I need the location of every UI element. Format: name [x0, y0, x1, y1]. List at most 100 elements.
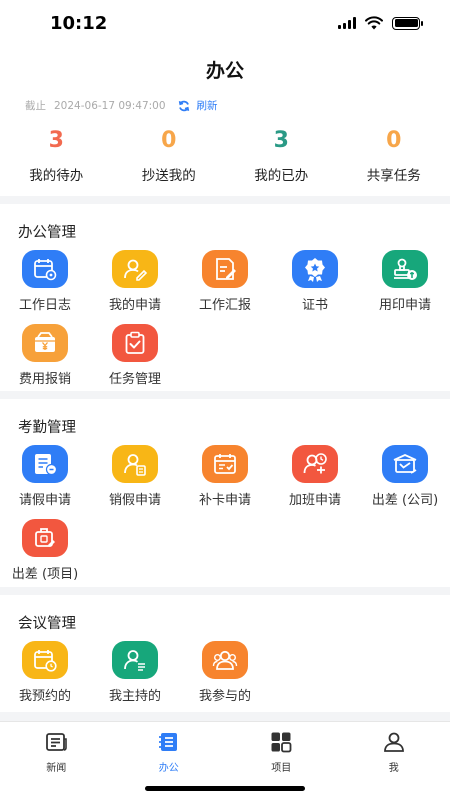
icon-bg [22, 519, 68, 557]
item-label: 工作汇报 [198, 298, 251, 313]
refresh-label: 刷新 [196, 100, 218, 112]
grid-item-leave-cancel[interactable]: 销假申请 [90, 445, 180, 508]
section-title: 考勤管理 [18, 420, 76, 436]
item-label: 我主持的 [108, 689, 161, 704]
certificate-badge-icon [305, 258, 325, 282]
icon-bg [292, 250, 338, 288]
stat-value: 0 [386, 128, 402, 153]
icon-bg [22, 445, 68, 483]
stat-value: 3 [48, 128, 64, 153]
icon-bg [382, 250, 428, 288]
overtime-icon [303, 453, 327, 474]
item-label: 出差 (公司) [371, 493, 439, 508]
status-time: 10:12 [50, 13, 108, 34]
clipboard-check-icon [125, 331, 145, 354]
icon-bg [22, 324, 68, 362]
user-edit-icon [124, 259, 148, 281]
section-attendance: 考勤管理 请假申请 销假申请 补卡申请 加班申请 出差 (公司) 出差 (项目) [0, 399, 450, 587]
icon-bg [112, 250, 158, 288]
refresh-icon [178, 100, 189, 111]
grid-item-my-hosted[interactable]: 我主持的 [90, 641, 180, 704]
stat-label: 抄送我的 [141, 168, 196, 184]
grid-item-certificate[interactable]: 证书 [270, 250, 360, 313]
deadline-row: 截止 2024-06-17 09:47:00 刷新 [25, 98, 218, 113]
grid-item-my-reservations[interactable]: 我预约的 [0, 641, 90, 704]
item-label: 出差 (项目) [11, 567, 79, 582]
grid-item-work-report[interactable]: 工作汇报 [180, 250, 270, 313]
deadline-label: 截止 [25, 100, 46, 112]
grid-item-leave-request[interactable]: 请假申请 [0, 445, 90, 508]
expense-yen-icon [35, 332, 55, 352]
item-label: 我的申请 [108, 298, 161, 313]
battery-icon [392, 16, 423, 30]
icon-bg [112, 324, 158, 362]
report-edit-icon [216, 258, 236, 280]
stat-label: 我的待办 [29, 168, 84, 184]
grid-item-business-trip-company[interactable]: 出差 (公司) [360, 445, 450, 508]
home-indicator [145, 786, 305, 791]
business-trip-icon [393, 454, 417, 474]
grid-item-my-participated[interactable]: 我参与的 [180, 641, 270, 704]
icon-bg [22, 250, 68, 288]
grid-item-expense[interactable]: 费用报销 [0, 324, 90, 387]
wifi-icon [365, 16, 383, 30]
icon-bg [202, 641, 248, 679]
item-label: 加班申请 [288, 493, 341, 508]
stat-label: 共享任务 [366, 168, 421, 184]
stat-done[interactable]: 3 我的已办 [225, 126, 338, 184]
tab-label: 办公 [158, 763, 179, 774]
item-label: 我参与的 [198, 689, 251, 704]
section-title: 办公管理 [18, 225, 76, 241]
grid-item-task-management[interactable]: 任务管理 [90, 324, 180, 387]
icon-bg [292, 445, 338, 483]
icon-bg [112, 445, 158, 483]
profile-icon [383, 732, 404, 752]
stat-shared[interactable]: 0 共享任务 [338, 126, 450, 184]
grid-item-overtime[interactable]: 加班申请 [270, 445, 360, 508]
grid-item-my-application[interactable]: 我的申请 [90, 250, 180, 313]
tab-label: 项目 [271, 763, 292, 774]
tab-news[interactable]: 新闻 [0, 730, 113, 774]
grid-item-work-log[interactable]: 工作日志 [0, 250, 90, 313]
grid-item-clock-correction[interactable]: 补卡申请 [180, 445, 270, 508]
host-user-icon [124, 650, 145, 671]
stat-cc[interactable]: 0 抄送我的 [113, 126, 226, 184]
header: 办公 截止 2024-06-17 09:47:00 刷新 3 我的待办 0 抄送我的… [0, 46, 450, 196]
stat-label: 我的已办 [254, 168, 309, 184]
item-label: 我预约的 [18, 689, 71, 704]
stat-value: 0 [161, 128, 177, 153]
calendar-clock-icon [34, 650, 57, 672]
section-title: 会议管理 [18, 616, 76, 632]
page-title: 办公 [205, 60, 244, 82]
item-label: 销假申请 [108, 493, 161, 508]
stat-todo[interactable]: 3 我的待办 [0, 126, 113, 184]
tab-projects[interactable]: 项目 [225, 730, 338, 774]
calendar-gear-icon [34, 259, 57, 281]
icon-bg [112, 641, 158, 679]
icon-bg [202, 445, 248, 483]
news-icon [46, 733, 68, 751]
grid-item-seal-application[interactable]: 用印申请 [360, 250, 450, 313]
stats-row: 3 我的待办 0 抄送我的 3 我的已办 0 共享任务 [0, 126, 450, 184]
section-meeting: 会议管理 我预约的 我主持的 我参与的 [0, 595, 450, 712]
icon-bg [382, 445, 428, 483]
group-users-icon [212, 650, 238, 670]
item-label: 任务管理 [108, 372, 161, 387]
grid-item-business-trip-project[interactable]: 出差 (项目) [0, 519, 90, 582]
section-office: 办公管理 工作日志 我的申请 工作汇报 证书 用印申请 费用报销 任务管理 [0, 204, 450, 391]
icon-bg [22, 641, 68, 679]
signal-icon [338, 17, 356, 29]
tab-me[interactable]: 我 [338, 730, 450, 774]
leave-cancel-icon [124, 454, 146, 476]
item-label: 请假申请 [18, 493, 71, 508]
refresh-button[interactable]: 刷新 [178, 98, 218, 113]
stat-value: 3 [273, 128, 289, 153]
item-label: 费用报销 [18, 372, 71, 387]
project-grid-icon [271, 732, 292, 753]
item-label: 用印申请 [378, 298, 431, 313]
item-label: 工作日志 [18, 298, 71, 313]
item-label: 证书 [301, 298, 328, 313]
project-trip-icon [35, 528, 55, 547]
seal-icon [394, 258, 417, 280]
tab-office[interactable]: 办公 [113, 730, 226, 774]
